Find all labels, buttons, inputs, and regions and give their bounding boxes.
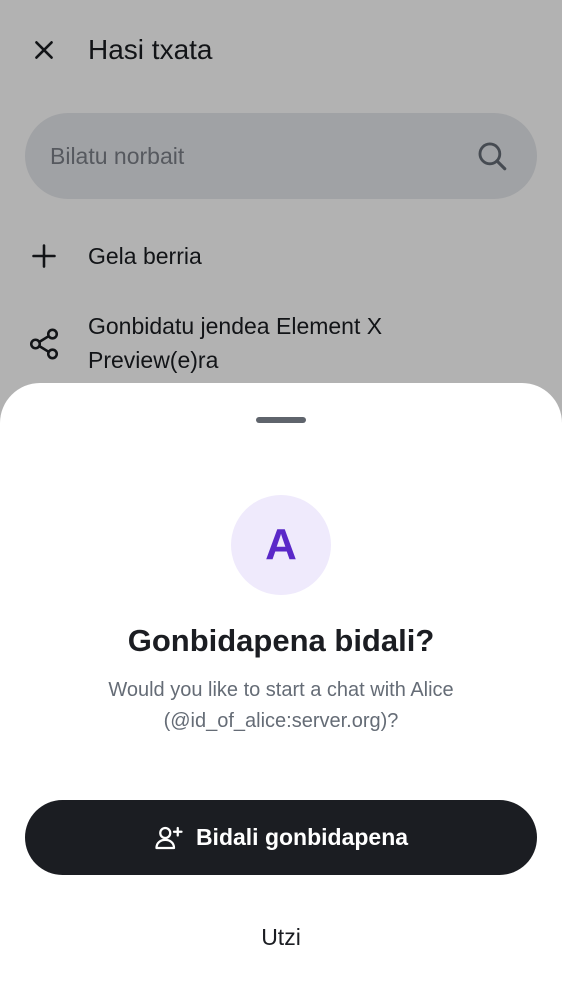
add-user-icon — [155, 826, 183, 849]
invite-bottom-sheet: A Gonbidapena bidali? Would you like to … — [0, 383, 562, 1000]
dialog-title: Gonbidapena bidali? — [127, 623, 435, 658]
cancel-label: Utzi — [261, 924, 301, 950]
drag-handle[interactable] — [256, 417, 306, 423]
avatar-letter: A — [265, 520, 297, 569]
dialog-message: Would you like to start a chat with Alic… — [108, 679, 454, 732]
start-chat-screen: Hasi txata Bilatu norbait Gela berria Go… — [0, 0, 562, 1000]
avatar: A — [231, 495, 331, 595]
send-invite-label: Bidali gonbidapena — [195, 824, 409, 850]
send-invite-button[interactable]: Bidali gonbidapena — [25, 800, 537, 875]
cancel-button[interactable]: Utzi — [25, 900, 537, 975]
